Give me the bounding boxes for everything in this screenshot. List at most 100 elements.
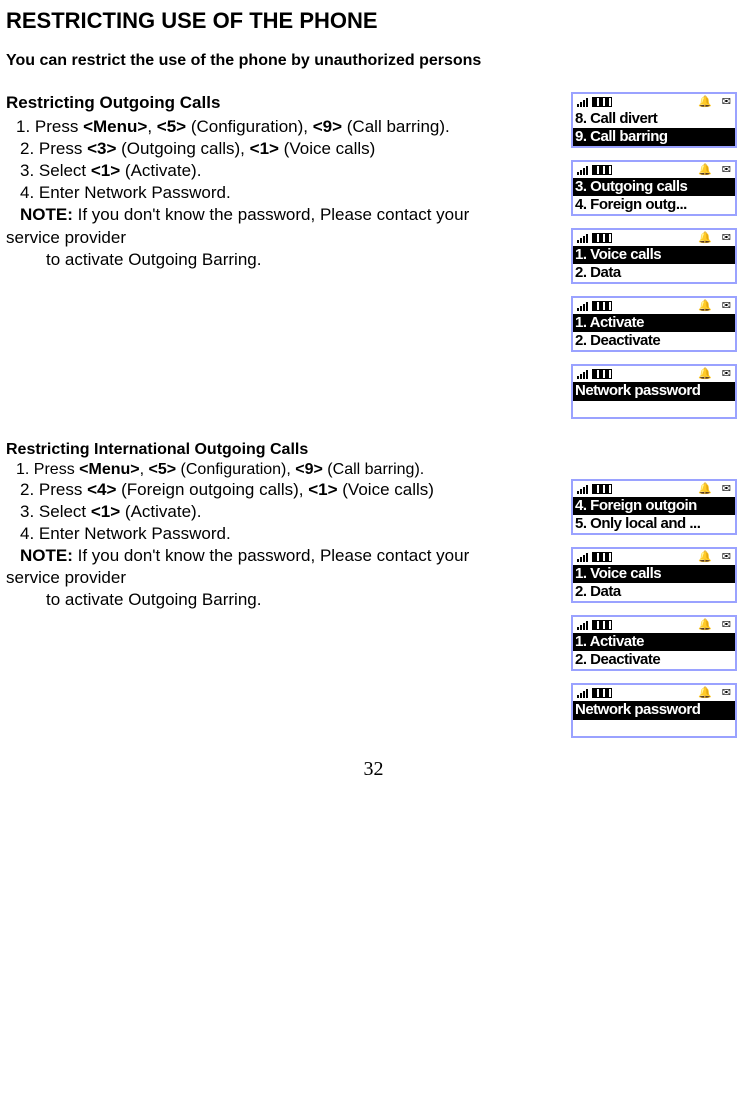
key-5: <5> (149, 461, 177, 478)
signal-icon (577, 552, 588, 562)
menu-item: 9. Call barring (573, 128, 735, 146)
section2-step4: 4. Enter Network Password. (20, 523, 563, 545)
status-left (577, 165, 612, 175)
phone-screen: 🔔 ✉ 4. Foreign outgoin5. Only local and … (571, 479, 737, 535)
bell-icon: 🔔 (698, 97, 712, 108)
status-left (577, 369, 612, 379)
password-input (573, 400, 735, 417)
mail-icon: ✉ (722, 301, 731, 312)
battery-icon (592, 688, 612, 698)
section1-note-line2: service provider (6, 227, 563, 249)
section2-screens: 🔔 ✉ 4. Foreign outgoin5. Only local and … (571, 479, 741, 738)
bell-icon: 🔔 (698, 165, 712, 176)
signal-icon (577, 97, 588, 107)
phone-screen: 🔔 ✉ 8. Call divert9. Call barring (571, 92, 737, 148)
menu-item: 3. Outgoing calls (573, 178, 735, 196)
note-label: NOTE: (20, 205, 73, 224)
menu-item: 2. Deactivate (573, 332, 735, 350)
menu-list: 1. Activate2. Deactivate (573, 314, 735, 350)
section2-note-line1: NOTE: If you don't know the password, Pl… (20, 545, 563, 567)
phone-screen: 🔔 ✉ 1. Activate2. Deactivate (571, 296, 737, 352)
phone-statusbar: 🔔 ✉ (573, 685, 735, 701)
page-title: RESTRICTING USE OF THE PHONE (6, 8, 741, 34)
status-right: 🔔 ✉ (698, 620, 731, 631)
bell-icon: 🔔 (698, 233, 712, 244)
key-3: <3> (87, 139, 116, 158)
text: (Outgoing calls), (116, 139, 249, 158)
menu-item: 1. Activate (573, 633, 735, 651)
signal-icon (577, 620, 588, 630)
battery-icon (592, 620, 612, 630)
signal-icon (577, 688, 588, 698)
status-left (577, 552, 612, 562)
status-left (577, 233, 612, 243)
section1-step1: 1. Press <Menu>, <5> (Configuration), <9… (16, 116, 563, 138)
phone-statusbar: 🔔 ✉ (573, 481, 735, 497)
battery-icon (592, 165, 612, 175)
key-1: <1> (308, 480, 337, 499)
phone-screen: 🔔 ✉ Network password (571, 683, 737, 738)
signal-icon (577, 165, 588, 175)
status-right: 🔔 ✉ (698, 301, 731, 312)
key-menu: <Menu> (83, 117, 147, 136)
bell-icon: 🔔 (698, 552, 712, 563)
phone-statusbar: 🔔 ✉ (573, 298, 735, 314)
key-9: <9> (313, 117, 342, 136)
text: (Voice calls) (279, 139, 375, 158)
bell-icon: 🔔 (698, 688, 712, 699)
text: (Configuration), (176, 461, 295, 478)
note-text: If you don't know the password, Please c… (73, 205, 469, 224)
menu-item: 8. Call divert (573, 110, 735, 128)
section1-step3: 3. Select <1> (Activate). (20, 160, 563, 182)
text: (Activate). (120, 161, 201, 180)
phone-screen: 🔔 ✉ 1. Voice calls2. Data (571, 228, 737, 284)
section2-note-line2: service provider (6, 567, 563, 589)
signal-icon (577, 484, 588, 494)
signal-icon (577, 369, 588, 379)
menu-item: 2. Data (573, 583, 735, 601)
text: , (147, 117, 156, 136)
key-1: <1> (91, 161, 120, 180)
section2-text: 2. Press <4> (Foreign outgoing calls), <… (6, 479, 563, 612)
menu-item: 4. Foreign outgoin (573, 497, 735, 515)
battery-icon (592, 301, 612, 311)
text: 1. Press (16, 117, 83, 136)
bell-icon: 🔔 (698, 369, 712, 380)
menu-list: 1. Voice calls2. Data (573, 565, 735, 601)
battery-icon (592, 369, 612, 379)
mail-icon: ✉ (722, 484, 731, 495)
prompt-label: Network password (573, 701, 735, 719)
status-right: 🔔 ✉ (698, 97, 731, 108)
status-left (577, 97, 612, 107)
status-right: 🔔 ✉ (698, 552, 731, 563)
battery-icon (592, 233, 612, 243)
menu-list: 4. Foreign outgoin5. Only local and ... (573, 497, 735, 533)
section2-step1: 1. Press <Menu>, <5> (Configuration), <9… (16, 461, 741, 479)
phone-statusbar: 🔔 ✉ (573, 162, 735, 178)
status-right: 🔔 ✉ (698, 688, 731, 699)
phone-screen: 🔔 ✉ 1. Voice calls2. Data (571, 547, 737, 603)
intro-text: You can restrict the use of the phone by… (6, 52, 741, 70)
section1-step4: 4. Enter Network Password. (20, 182, 563, 204)
text: (Activate). (120, 502, 201, 521)
phone-screen: 🔔 ✉ Network password (571, 364, 737, 419)
menu-item: 1. Voice calls (573, 246, 735, 264)
battery-icon (592, 552, 612, 562)
status-left (577, 620, 612, 630)
status-left (577, 484, 612, 494)
mail-icon: ✉ (722, 369, 731, 380)
text: (Call barring). (342, 117, 450, 136)
section2-step3: 3. Select <1> (Activate). (20, 501, 563, 523)
phone-statusbar: 🔔 ✉ (573, 549, 735, 565)
section-restrict-outgoing: Restricting Outgoing Calls 1. Press <Men… (6, 92, 741, 419)
mail-icon: ✉ (722, 165, 731, 176)
phone-statusbar: 🔔 ✉ (573, 366, 735, 382)
status-right: 🔔 ✉ (698, 165, 731, 176)
phone-statusbar: 🔔 ✉ (573, 230, 735, 246)
text: 2. Press (20, 480, 87, 499)
phone-statusbar: 🔔 ✉ (573, 617, 735, 633)
signal-icon (577, 233, 588, 243)
prompt-label: Network password (573, 382, 735, 400)
section1-text: Restricting Outgoing Calls 1. Press <Men… (6, 92, 563, 271)
section1-note-line1: NOTE: If you don't know the password, Pl… (20, 204, 563, 226)
